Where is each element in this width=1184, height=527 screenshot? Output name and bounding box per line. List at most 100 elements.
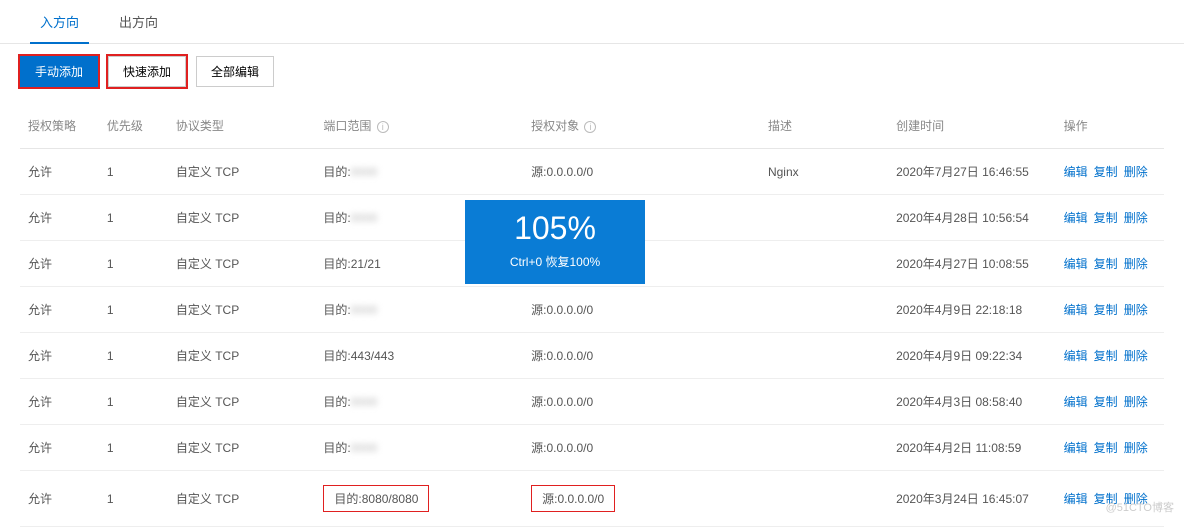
edit-all-button[interactable]: 全部编辑 [196, 56, 274, 87]
copy-link[interactable]: 复制 [1094, 165, 1118, 179]
cell-ops: 编辑复制删除 [1056, 425, 1164, 471]
edit-link[interactable]: 编辑 [1064, 211, 1088, 225]
table-row: 允许1自定义 TCP目的:0000源:0.0.0.0/02020年4月2日 11… [20, 425, 1164, 471]
cell-priority: 1 [99, 379, 168, 425]
cell-priority: 1 [99, 287, 168, 333]
copy-link[interactable]: 复制 [1094, 211, 1118, 225]
cell-protocol: 自定义 TCP [168, 241, 316, 287]
tab-inbound[interactable]: 入方向 [20, 0, 99, 43]
delete-link[interactable]: 删除 [1124, 441, 1148, 455]
cell-target: 源:0.0.0.0/0 [523, 379, 760, 425]
cell-priority: 1 [99, 195, 168, 241]
cell-target: 源:0.0.0.0/0 [523, 287, 760, 333]
table-header-row: 授权策略 优先级 协议类型 端口范围 i 授权对象 i 描述 创建时间 操作 [20, 103, 1164, 149]
manual-add-button[interactable]: 手动添加 [20, 56, 98, 87]
cell-ops: 编辑复制删除 [1056, 241, 1164, 287]
edit-link[interactable]: 编辑 [1064, 257, 1088, 271]
delete-link[interactable]: 删除 [1124, 395, 1148, 409]
edit-link[interactable]: 编辑 [1064, 395, 1088, 409]
col-ops: 操作 [1056, 103, 1164, 149]
cell-port: 目的:0000 [315, 425, 523, 471]
copy-link[interactable]: 复制 [1094, 441, 1118, 455]
cell-ops: 编辑复制删除 [1056, 195, 1164, 241]
port-cell: 目的:443/443 [323, 349, 394, 363]
cell-port: 目的:443/443 [315, 333, 523, 379]
cell-priority: 1 [99, 333, 168, 379]
edit-link[interactable]: 编辑 [1064, 441, 1088, 455]
cell-protocol: 自定义 TCP [168, 425, 316, 471]
cell-time: 2020年4月28日 10:56:54 [888, 195, 1056, 241]
delete-link[interactable]: 删除 [1124, 165, 1148, 179]
cell-protocol: 自定义 TCP [168, 471, 316, 527]
port-value: 0000 [351, 441, 378, 455]
target-cell: 源:0.0.0.0/0 [531, 165, 593, 179]
table-row: 允许1自定义 TCP目的:0000源:0.0.0.0/02020年4月3日 08… [20, 379, 1164, 425]
port-cell: 目的:0000 [323, 395, 377, 409]
col-target: 授权对象 i [523, 103, 760, 149]
cell-desc [760, 425, 888, 471]
zoom-hint: Ctrl+0 恢复100% [465, 253, 645, 270]
port-cell: 目的:0000 [323, 303, 377, 317]
cell-target: 源:0.0.0.0/0 [523, 149, 760, 195]
cell-ops: 编辑复制删除 [1056, 333, 1164, 379]
table-row: 允许1自定义 TCP目的:0000源:0.0.0.0/02020年4月9日 22… [20, 287, 1164, 333]
col-port: 端口范围 i [315, 103, 523, 149]
cell-desc [760, 241, 888, 287]
cell-protocol: 自定义 TCP [168, 333, 316, 379]
tab-outbound[interactable]: 出方向 [99, 0, 178, 43]
port-value: 0000 [351, 165, 378, 179]
copy-link[interactable]: 复制 [1094, 395, 1118, 409]
info-icon[interactable]: i [584, 121, 596, 133]
quick-add-button[interactable]: 快速添加 [108, 56, 186, 87]
copy-link[interactable]: 复制 [1094, 303, 1118, 317]
cell-desc [760, 333, 888, 379]
cell-time: 2020年3月24日 16:45:07 [888, 471, 1056, 527]
cell-desc [760, 287, 888, 333]
cell-policy: 允许 [20, 241, 99, 287]
cell-policy: 允许 [20, 333, 99, 379]
cell-target: 源:0.0.0.0/0 [523, 471, 760, 527]
cell-port: 目的:0000 [315, 379, 523, 425]
delete-link[interactable]: 删除 [1124, 303, 1148, 317]
cell-protocol: 自定义 TCP [168, 149, 316, 195]
table-row: 允许1自定义 TCP目的:0000源:0.0.0.0/0Nginx2020年7月… [20, 149, 1164, 195]
edit-link[interactable]: 编辑 [1064, 303, 1088, 317]
port-value: 21/21 [351, 257, 381, 271]
cell-time: 2020年4月3日 08:58:40 [888, 379, 1056, 425]
zoom-percent: 105% [465, 210, 645, 247]
cell-port: 目的:0000 [315, 149, 523, 195]
cell-ops: 编辑复制删除 [1056, 149, 1164, 195]
cell-desc [760, 471, 888, 527]
edit-link[interactable]: 编辑 [1064, 492, 1088, 506]
col-protocol: 协议类型 [168, 103, 316, 149]
watermark: @51CTO博客 [1106, 499, 1174, 515]
edit-link[interactable]: 编辑 [1064, 349, 1088, 363]
cell-policy: 允许 [20, 471, 99, 527]
target-cell: 源:0.0.0.0/0 [531, 441, 593, 455]
cell-time: 2020年4月9日 22:18:18 [888, 287, 1056, 333]
delete-link[interactable]: 删除 [1124, 349, 1148, 363]
port-value: 0000 [351, 303, 378, 317]
cell-desc [760, 379, 888, 425]
cell-priority: 1 [99, 425, 168, 471]
delete-link[interactable]: 删除 [1124, 257, 1148, 271]
cell-policy: 允许 [20, 425, 99, 471]
col-desc: 描述 [760, 103, 888, 149]
port-cell: 目的:0000 [323, 211, 377, 225]
cell-policy: 允许 [20, 287, 99, 333]
info-icon[interactable]: i [377, 121, 389, 133]
copy-link[interactable]: 复制 [1094, 349, 1118, 363]
delete-link[interactable]: 删除 [1124, 211, 1148, 225]
cell-protocol: 自定义 TCP [168, 379, 316, 425]
copy-link[interactable]: 复制 [1094, 257, 1118, 271]
cell-priority: 1 [99, 241, 168, 287]
col-time: 创建时间 [888, 103, 1056, 149]
edit-link[interactable]: 编辑 [1064, 165, 1088, 179]
cell-policy: 允许 [20, 149, 99, 195]
cell-time: 2020年4月9日 09:22:34 [888, 333, 1056, 379]
zoom-overlay: 105% Ctrl+0 恢复100% [465, 200, 645, 284]
target-cell: 源:0.0.0.0/0 [531, 395, 593, 409]
rules-table: 授权策略 优先级 协议类型 端口范围 i 授权对象 i 描述 创建时间 操作 允… [20, 103, 1164, 527]
cell-port: 目的:8080/8080 [315, 471, 523, 527]
port-cell: 目的:21/21 [323, 257, 380, 271]
